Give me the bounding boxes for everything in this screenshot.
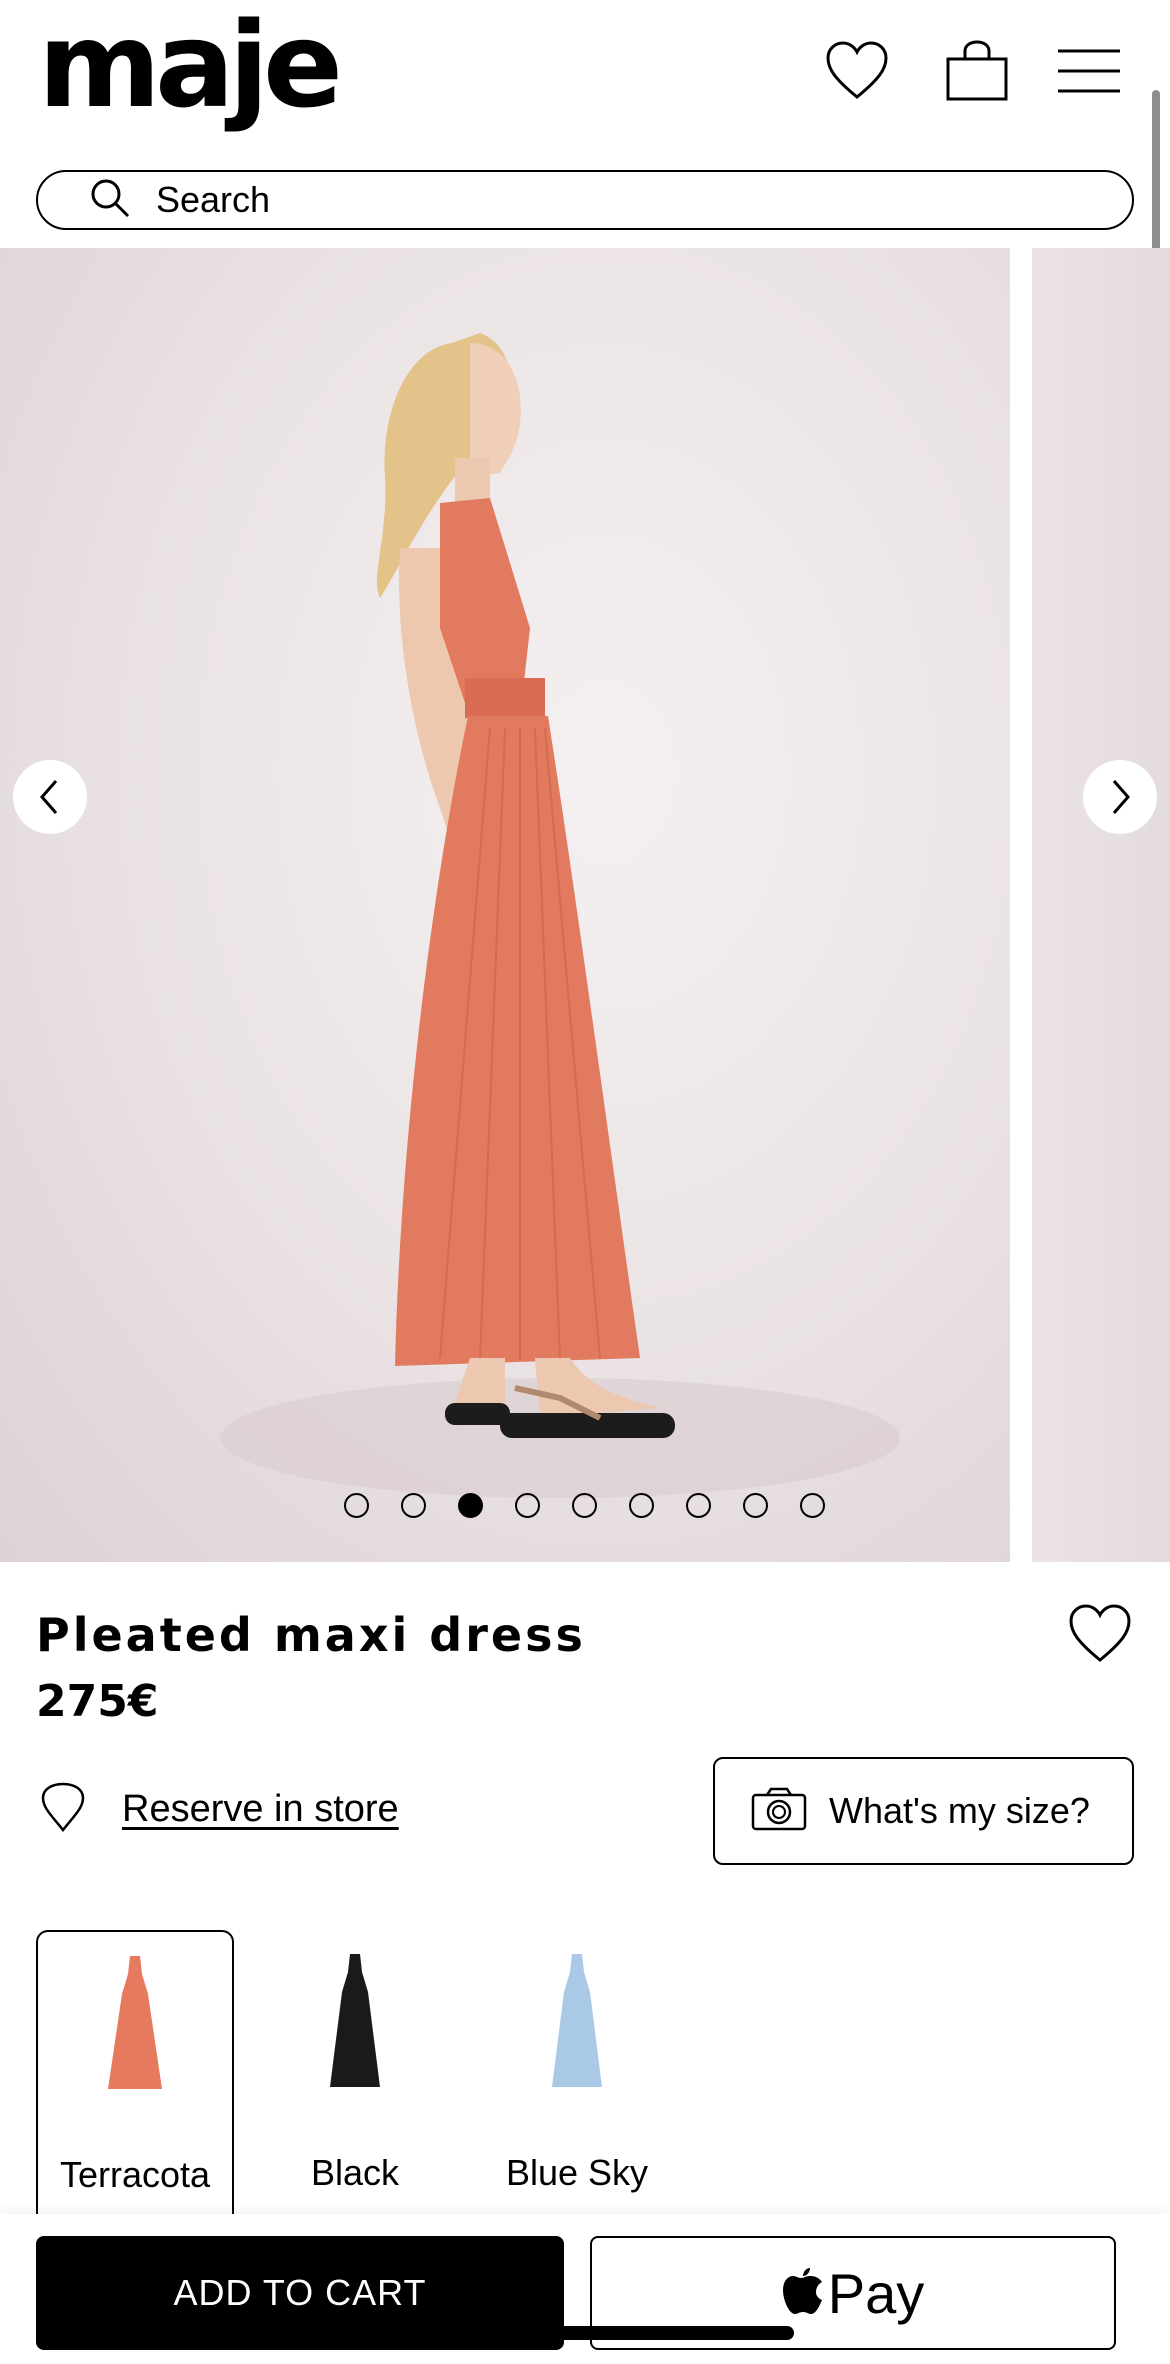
menu-icon[interactable]	[1054, 36, 1124, 106]
color-swatch-black[interactable]: Black	[256, 1930, 454, 2220]
wishlist-heart-icon[interactable]	[822, 36, 892, 106]
model-in-dress-illustration	[220, 333, 900, 1498]
swatch-label: Black	[310, 2152, 400, 2193]
swatch-label: Terracota	[59, 2154, 211, 2195]
shopping-bag-icon[interactable]	[942, 36, 1012, 106]
gallery-dot[interactable]	[686, 1493, 711, 1518]
chevron-left-icon	[40, 780, 58, 814]
chevron-right-icon	[1112, 780, 1130, 814]
whats-my-size-button[interactable]: What's my size?	[713, 1757, 1134, 1865]
brand-logo[interactable]: maje	[38, 6, 343, 124]
gallery-dot[interactable]	[344, 1493, 369, 1518]
gallery-next-button[interactable]	[1083, 760, 1157, 834]
search-input[interactable]: Search	[36, 170, 1134, 230]
camera-icon	[751, 1787, 807, 1836]
gallery-pagination	[344, 1493, 825, 1518]
apple-logo-icon	[782, 2266, 824, 2321]
color-swatch-blue-sky[interactable]: Blue Sky	[478, 1930, 676, 2220]
product-gallery[interactable]	[0, 248, 1170, 1562]
reserve-in-store-link[interactable]: Reserve in store	[40, 1782, 399, 1837]
gallery-dot[interactable]	[515, 1493, 540, 1518]
gallery-dot[interactable]	[800, 1493, 825, 1518]
header: maje	[0, 0, 1170, 160]
whats-my-size-label: What's my size?	[829, 1790, 1090, 1831]
search-icon	[90, 178, 130, 223]
color-swatch-terracota[interactable]: Terracota	[36, 1930, 234, 2220]
product-image[interactable]	[0, 248, 1010, 1562]
gallery-prev-button[interactable]	[13, 760, 87, 834]
apple-pay-label: Pay	[827, 2261, 925, 2325]
product-title: Pleated maxi dress	[36, 1608, 586, 1662]
swatch-label: Blue Sky	[505, 2152, 649, 2193]
home-indicator[interactable]	[378, 2326, 794, 2340]
add-to-wishlist-heart-icon[interactable]	[1068, 1604, 1138, 1674]
gallery-dot[interactable]	[743, 1493, 768, 1518]
dress-thumbnail	[552, 1954, 602, 2087]
dress-thumbnail	[108, 1956, 162, 2089]
reserve-in-store-label: Reserve in store	[122, 1788, 399, 1830]
location-pin-icon	[40, 1782, 86, 1837]
gallery-dot[interactable]	[629, 1493, 654, 1518]
product-price: 275€	[36, 1676, 159, 1727]
search-placeholder: Search	[156, 179, 271, 220]
next-product-image-preview[interactable]	[1032, 248, 1170, 1562]
gallery-dot[interactable]	[401, 1493, 426, 1518]
gallery-dot-active[interactable]	[458, 1493, 483, 1518]
dress-thumbnail	[330, 1954, 380, 2087]
gallery-dot[interactable]	[572, 1493, 597, 1518]
